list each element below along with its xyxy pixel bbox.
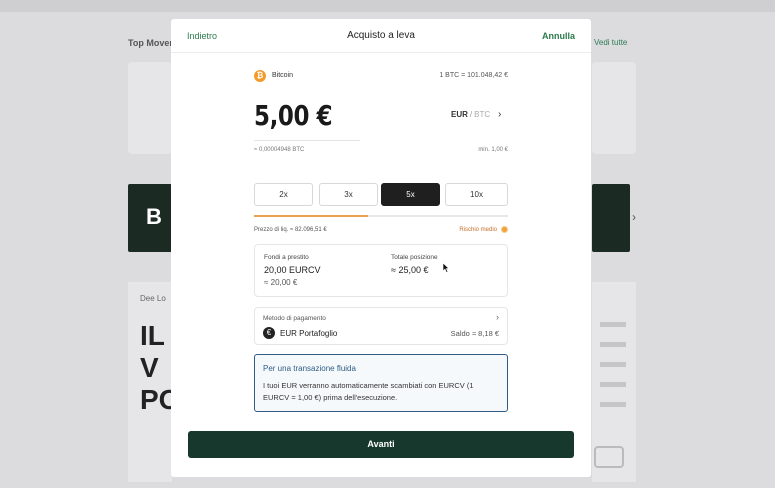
borrowed-label: Fondi a prestito: [264, 254, 309, 261]
background-card-title: Dee Lo: [140, 294, 166, 303]
leverage-option-10x[interactable]: 10x: [445, 183, 508, 206]
position-value: ≈ 25,00 €: [391, 265, 429, 275]
background-topbar: [0, 0, 775, 12]
modal-title: Acquisto a leva: [347, 30, 415, 41]
wallet-balance: Saldo ≈ 8,18 €: [450, 329, 499, 338]
leverage-selector: 2x 3x 5x 10x: [254, 183, 508, 206]
risk-label: Rischio medio: [459, 227, 497, 234]
borrowed-euro-value: ≈ 20,00 €: [264, 278, 298, 287]
notice-title: Per una transazione fluida: [263, 364, 356, 373]
risk-track: [254, 215, 508, 217]
chevron-right-icon[interactable]: ›: [498, 109, 501, 120]
payment-method[interactable]: Metodo di pagamento › € EUR Portafoglio …: [254, 307, 508, 345]
background-link: Vedi tutte: [594, 38, 628, 47]
asset-name: Bitcoin: [272, 72, 294, 79]
asset-row: ₿ Bitcoin 1 BTC = 101.048,42 €: [254, 70, 508, 84]
background-line: [600, 382, 626, 387]
mouse-cursor-icon: [443, 263, 450, 273]
currency-primary: EUR: [451, 110, 468, 119]
leverage-option-2x[interactable]: 2x: [254, 183, 313, 206]
background-card: [592, 62, 636, 154]
background-line: [600, 362, 626, 367]
background-line: [600, 402, 626, 407]
divider: [254, 140, 360, 141]
notice-body: I tuoi EUR verranno automaticamente scam…: [263, 381, 474, 402]
risk-fill: [254, 215, 369, 217]
background-line: [600, 342, 626, 347]
currency-toggle[interactable]: EUR / BTC: [451, 110, 490, 119]
background-banner: [592, 184, 630, 252]
leverage-option-3x[interactable]: 3x: [319, 183, 378, 206]
exchange-rate: 1 BTC = 101.048,42 €: [439, 72, 508, 79]
minimum-amount: min. 1,00 €: [478, 147, 508, 153]
leverage-buy-modal: Indietro Acquisto a leva Annulla ₿ Bitco…: [171, 19, 591, 477]
cancel-link[interactable]: Annulla: [542, 31, 575, 41]
background-card: [128, 62, 172, 154]
conversion-notice: Per una transazione fluida I tuoi EUR ve…: [254, 354, 508, 412]
bitcoin-icon: ₿: [254, 70, 266, 82]
leverage-option-5x[interactable]: 5x: [381, 183, 440, 206]
background-card: [592, 282, 636, 482]
next-button[interactable]: Avanti: [188, 431, 574, 458]
risk-level: Rischio medio: [459, 226, 508, 233]
position-label: Totale posizione: [391, 254, 438, 261]
chevron-right-icon: ›: [632, 210, 636, 224]
amount-input[interactable]: 5,00 €: [254, 99, 333, 132]
background-banner: B: [128, 184, 172, 252]
risk-dot-icon: [501, 226, 508, 233]
currency-secondary: BTC: [474, 110, 491, 119]
chevron-right-icon: ›: [496, 312, 499, 322]
background-button: [594, 446, 624, 468]
modal-header: Indietro Acquisto a leva Annulla: [171, 19, 591, 53]
payment-wallet: EUR Portafoglio: [280, 329, 338, 338]
borrowed-value: 20,00 EURCV: [264, 265, 321, 275]
background-card: Dee Lo IL V POI: [128, 282, 188, 482]
payment-method-label: Metodo di pagamento: [263, 315, 326, 322]
liquidation-price: Prezzo di liq. ≈ 82.096,51 €: [254, 227, 327, 233]
background-line: [600, 322, 626, 327]
background-banner-letter: B: [146, 204, 162, 229]
loan-summary-card: Fondi a prestito 20,00 EURCV ≈ 20,00 € T…: [254, 244, 508, 297]
euro-icon: €: [263, 327, 275, 339]
currency-separator: /: [469, 110, 473, 119]
btc-equivalent: ≈ 0,00004948 BTC: [254, 147, 305, 153]
